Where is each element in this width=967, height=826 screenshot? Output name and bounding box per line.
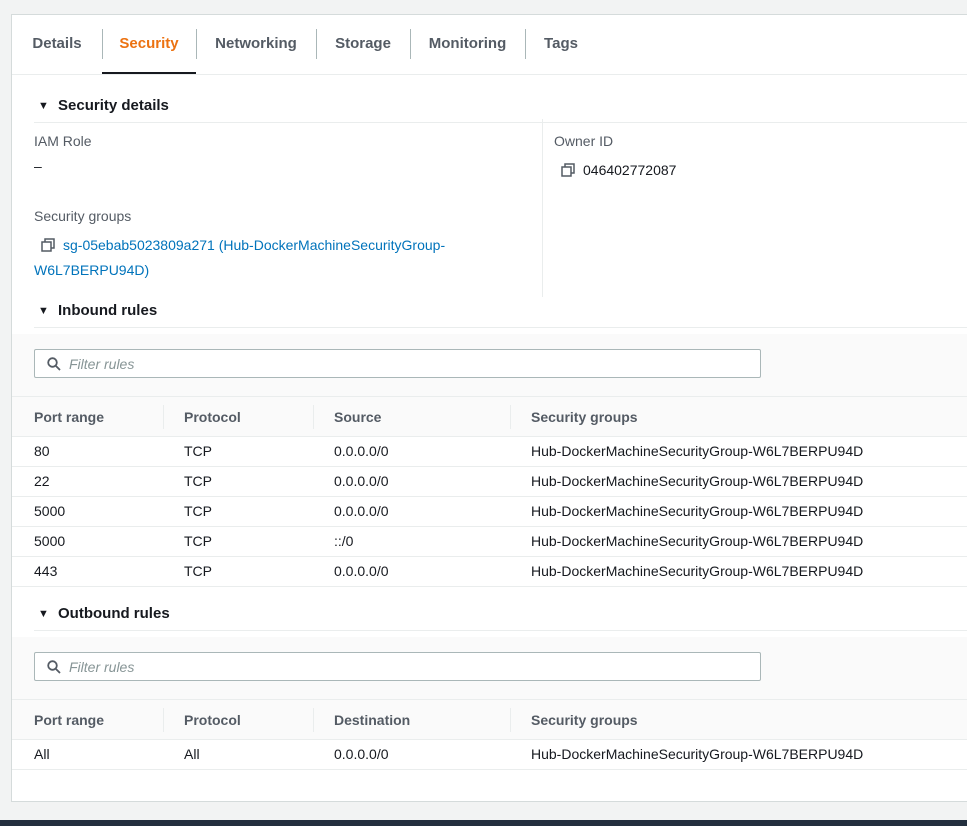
tab-networking[interactable]: Networking <box>196 15 316 73</box>
security-group-link-line1[interactable]: sg-05ebab5023809a271 (Hub-DockerMachineS… <box>63 237 445 253</box>
bottom-bar <box>0 820 967 826</box>
table-row: 443 TCP 0.0.0.0/0 Hub-DockerMachineSecur… <box>12 557 967 587</box>
iam-role-value: – <box>34 158 42 174</box>
table-row: All All 0.0.0.0/0 Hub-DockerMachineSecur… <box>12 740 967 770</box>
column-header[interactable]: Destination <box>334 700 410 740</box>
table-row: 22 TCP 0.0.0.0/0 Hub-DockerMachineSecuri… <box>12 467 967 497</box>
security-groups-label: Security groups <box>34 208 132 224</box>
cell-protocol: TCP <box>184 443 212 459</box>
outbound-rules-table: Port range Protocol Destination Security… <box>12 699 967 770</box>
cell-security-group: Hub-DockerMachineSecurityGroup-W6L7BERPU… <box>531 746 864 762</box>
cell-protocol: TCP <box>184 533 212 549</box>
copy-icon[interactable] <box>41 238 55 252</box>
cell-security-group: Hub-DockerMachineSecurityGroup-W6L7BERPU… <box>531 473 864 489</box>
cell-port-range: 5000 <box>34 503 66 519</box>
inbound-filter-input[interactable] <box>69 355 760 372</box>
cell-port-range: 5000 <box>34 533 66 549</box>
security-group-link-line2[interactable]: W6L7BERPU94D) <box>34 258 504 283</box>
cell-source: ::/0 <box>334 533 354 549</box>
outbound-rules-header[interactable]: ▼ Outbound rules <box>34 597 967 631</box>
cell-protocol: All <box>184 746 200 762</box>
cell-port-range: 80 <box>34 443 50 459</box>
column-header[interactable]: Protocol <box>184 700 241 740</box>
column-header[interactable]: Security groups <box>531 397 638 437</box>
column-header[interactable]: Security groups <box>531 700 638 740</box>
table-row: 5000 TCP 0.0.0.0/0 Hub-DockerMachineSecu… <box>12 497 967 527</box>
caret-down-icon: ▼ <box>38 607 49 620</box>
tab-details[interactable]: Details <box>12 15 102 73</box>
section-title: Inbound rules <box>58 302 158 319</box>
table-row: 5000 TCP ::/0 Hub-DockerMachineSecurityG… <box>12 527 967 557</box>
cell-protocol: TCP <box>184 563 212 579</box>
cell-source: 0.0.0.0/0 <box>334 473 389 489</box>
inbound-filter-zone <box>12 334 967 396</box>
cell-port-range: All <box>34 746 50 762</box>
cell-security-group: Hub-DockerMachineSecurityGroup-W6L7BERPU… <box>531 443 864 459</box>
search-icon <box>47 356 61 371</box>
outbound-filter[interactable] <box>34 652 761 681</box>
tab-storage[interactable]: Storage <box>316 15 410 73</box>
table-header: Port range Protocol Destination Security… <box>12 699 967 740</box>
instance-detail-panel: Details Security Networking Storage Moni… <box>11 14 967 802</box>
column-header[interactable]: Source <box>334 397 381 437</box>
cell-protocol: TCP <box>184 473 212 489</box>
tab-security[interactable]: Security <box>102 15 196 74</box>
caret-down-icon: ▼ <box>38 304 49 317</box>
column-header[interactable]: Protocol <box>184 397 241 437</box>
inbound-rules-table: Port range Protocol Source Security grou… <box>12 396 967 587</box>
table-header: Port range Protocol Source Security grou… <box>12 396 967 437</box>
tab-bar: Details Security Networking Storage Moni… <box>12 15 967 75</box>
column-header[interactable]: Port range <box>34 397 104 437</box>
cell-source: 0.0.0.0/0 <box>334 443 389 459</box>
outbound-filter-zone <box>12 637 967 699</box>
security-group-link[interactable]: sg-05ebab5023809a271 (Hub-DockerMachineS… <box>34 233 504 283</box>
copy-icon[interactable] <box>561 163 575 177</box>
owner-id-value: 046402772087 <box>583 162 677 178</box>
cell-protocol: TCP <box>184 503 212 519</box>
cell-security-group: Hub-DockerMachineSecurityGroup-W6L7BERPU… <box>531 503 864 519</box>
column-divider <box>542 119 543 297</box>
tab-monitoring[interactable]: Monitoring <box>410 15 525 73</box>
cell-source: 0.0.0.0/0 <box>334 563 389 579</box>
section-title: Security details <box>58 97 169 114</box>
section-title: Outbound rules <box>58 605 170 622</box>
inbound-rules-header[interactable]: ▼ Inbound rules <box>34 294 967 328</box>
owner-id-value-row: 046402772087 <box>561 162 676 178</box>
cell-destination: 0.0.0.0/0 <box>334 746 389 762</box>
tab-tags[interactable]: Tags <box>525 15 597 73</box>
security-details-header[interactable]: ▼ Security details <box>34 89 967 123</box>
table-row: 80 TCP 0.0.0.0/0 Hub-DockerMachineSecuri… <box>12 437 967 467</box>
caret-down-icon: ▼ <box>38 99 49 112</box>
inbound-filter[interactable] <box>34 349 761 378</box>
column-header[interactable]: Port range <box>34 700 104 740</box>
search-icon <box>47 659 61 674</box>
cell-port-range: 443 <box>34 563 58 579</box>
cell-security-group: Hub-DockerMachineSecurityGroup-W6L7BERPU… <box>531 563 864 579</box>
cell-source: 0.0.0.0/0 <box>334 503 389 519</box>
cell-security-group: Hub-DockerMachineSecurityGroup-W6L7BERPU… <box>531 533 864 549</box>
owner-id-label: Owner ID <box>554 133 614 149</box>
outbound-filter-input[interactable] <box>69 658 760 675</box>
cell-port-range: 22 <box>34 473 50 489</box>
iam-role-label: IAM Role <box>34 133 92 149</box>
